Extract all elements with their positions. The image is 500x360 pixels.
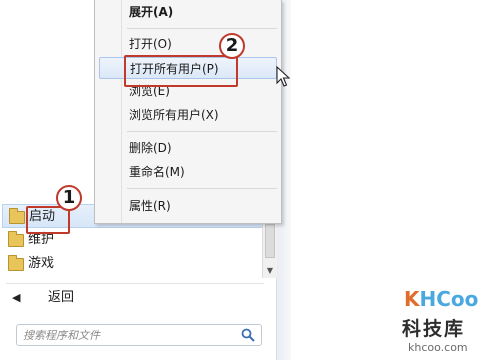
menu-item-rename[interactable]: 重命名(M) bbox=[129, 161, 185, 183]
mouse-cursor-icon bbox=[276, 66, 290, 87]
watermark-brand: 科技库 bbox=[402, 318, 466, 340]
scrollbar-thumb[interactable] bbox=[265, 224, 275, 258]
menu-separator bbox=[127, 131, 277, 132]
menu-item-expand[interactable]: 展开(A) bbox=[129, 1, 173, 23]
program-list-scrollbar[interactable]: ▼ bbox=[262, 222, 277, 278]
highlight-box-2 bbox=[124, 55, 238, 87]
logo-letters-coo: Coo bbox=[436, 287, 479, 311]
program-item-games[interactable]: 游戏 bbox=[2, 252, 264, 276]
folder-icon bbox=[8, 231, 24, 247]
menu-gutter bbox=[121, 0, 122, 223]
program-item-label: 游戏 bbox=[28, 256, 55, 271]
watermark-logo: KHCoo bbox=[404, 287, 478, 311]
folder-icon bbox=[9, 208, 25, 224]
highlight-box-1 bbox=[26, 206, 70, 234]
back-arrow-icon: ◀ bbox=[12, 291, 21, 304]
search-box[interactable] bbox=[16, 324, 262, 346]
step-badge-1: 1 bbox=[56, 185, 82, 211]
search-icon[interactable] bbox=[241, 328, 255, 342]
back-button[interactable]: ◀ 返回 bbox=[2, 286, 264, 310]
logo-letter-h: H bbox=[419, 287, 437, 311]
logo-letter-k: K bbox=[404, 287, 420, 311]
divider bbox=[6, 283, 264, 284]
menu-item-open[interactable]: 打开(O) bbox=[129, 33, 172, 55]
watermark-domain: khcoo.com bbox=[408, 341, 468, 354]
watermark: KHCoo 科技库 khcoo.com bbox=[398, 285, 500, 360]
folder-icon bbox=[8, 255, 24, 271]
menu-item-browse-all-users[interactable]: 浏览所有用户(X) bbox=[129, 104, 219, 126]
back-label: 返回 bbox=[48, 290, 75, 305]
menu-item-delete[interactable]: 删除(D) bbox=[129, 137, 172, 159]
menu-separator bbox=[127, 28, 277, 29]
program-item-label: 维护 bbox=[28, 232, 55, 247]
menu-item-properties[interactable]: 属性(R) bbox=[129, 195, 171, 217]
search-input[interactable] bbox=[23, 327, 223, 343]
menu-separator bbox=[127, 188, 277, 189]
context-menu: 展开(A) 打开(O) 打开所有用户(P) 浏览(E) 浏览所有用户(X) 删除… bbox=[94, 0, 282, 224]
step-badge-2: 2 bbox=[219, 33, 245, 59]
scroll-down-arrow-icon[interactable]: ▼ bbox=[265, 266, 275, 276]
